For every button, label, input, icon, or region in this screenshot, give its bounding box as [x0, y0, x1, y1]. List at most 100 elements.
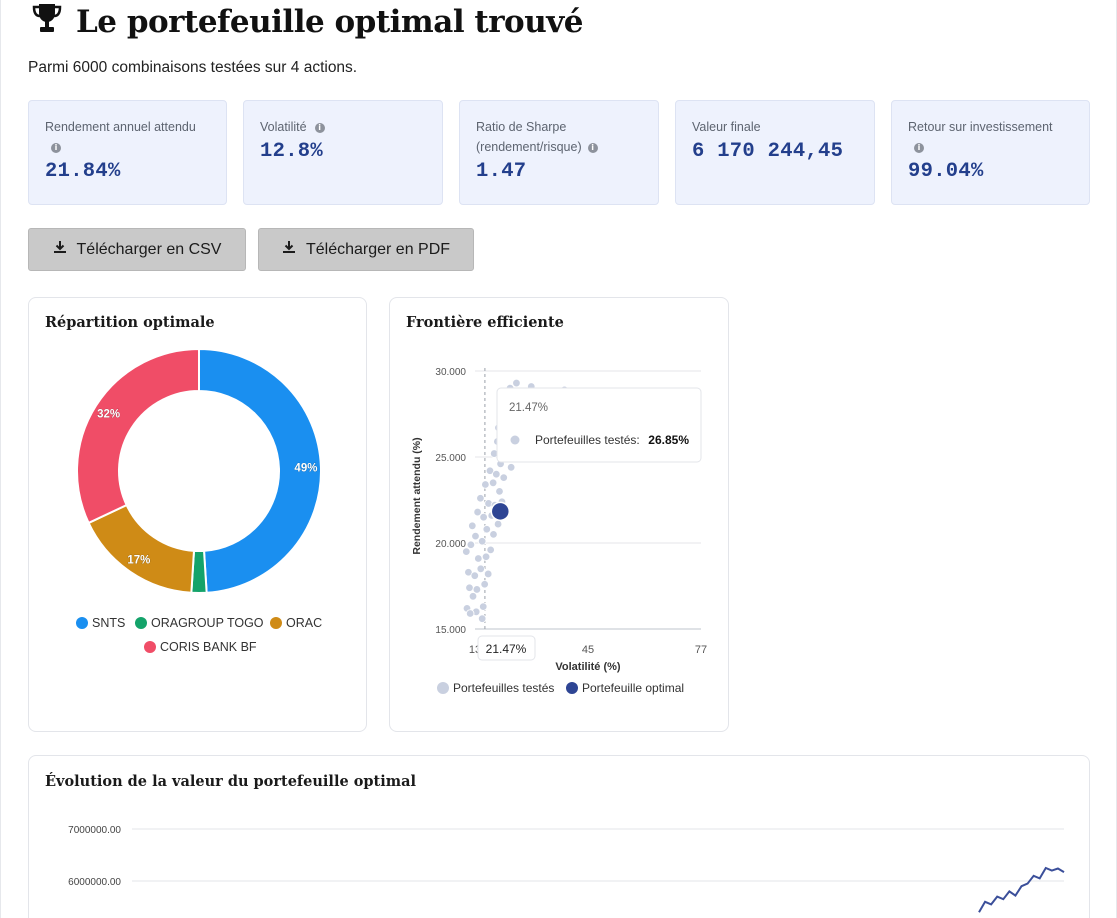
- frontier-y-axis-label: Rendement attendu (%): [411, 437, 423, 554]
- scatter-point-tested[interactable]: [479, 512, 488, 522]
- allocation-card: Répartition optimale 49% 17% 32% SNTS ORAG…: [28, 297, 367, 732]
- frontier-crosshair-label: 21.47%: [477, 635, 536, 661]
- legend-item-oragroup-togo[interactable]: ORAGROUP TOGO: [135, 616, 264, 630]
- legend-swatch: [76, 617, 88, 629]
- scatter-point-optimal[interactable]: [490, 501, 511, 522]
- scatter-point-tested[interactable]: [465, 583, 474, 592]
- info-icon[interactable]: i: [314, 122, 325, 133]
- metric-label: Rendement annuel attendu: [45, 120, 196, 134]
- metric-card-sharpe: Ratio de Sharpe (rendement/risque) i 1.47: [459, 100, 659, 205]
- scatter-point-tested[interactable]: [481, 480, 490, 489]
- evolution-y-tick: 7000000.00: [68, 825, 121, 836]
- svg-text:21.47%: 21.47%: [486, 642, 527, 656]
- scatter-point-tested[interactable]: [468, 592, 478, 601]
- legend-label: ORAGROUP TOGO: [151, 616, 264, 630]
- scatter-point-tested[interactable]: [479, 602, 488, 611]
- evolution-y-tick: 6000000.00: [68, 877, 121, 888]
- info-icon[interactable]: i: [51, 142, 61, 153]
- scatter-point-tested[interactable]: [486, 545, 495, 555]
- info-icon[interactable]: i: [587, 142, 598, 153]
- download-csv-label: Télécharger en CSV: [76, 240, 222, 258]
- metric-label: Retour sur investissement: [908, 120, 1053, 134]
- frontier-scatter-chart: 15.00020.00025.00030.00013 45 77Volatilité…: [411, 367, 707, 695]
- frontier-y-tick: 25.000: [435, 453, 466, 464]
- metric-label: Ratio de Sharpe (rendement/risque): [476, 120, 582, 154]
- download-pdf-label: Télécharger en PDF: [305, 240, 451, 258]
- legend-label: CORIS BANK BF: [160, 640, 257, 654]
- scatter-point-tested[interactable]: [465, 609, 475, 618]
- legend-swatch: [144, 641, 156, 653]
- scatter-point-tested[interactable]: [470, 571, 479, 580]
- frontier-y-tick: 20.000: [435, 539, 466, 550]
- legend-item-orac[interactable]: ORAC: [270, 616, 322, 630]
- legend-swatch: [437, 682, 449, 694]
- frontier-x-axis-label: Volatilité (%): [555, 661, 621, 673]
- legend-label-tested[interactable]: Portefeuilles testés: [453, 681, 554, 695]
- frontier-x-tick: 77: [695, 644, 707, 656]
- scatter-point-tested[interactable]: [482, 525, 491, 534]
- scatter-point-tested[interactable]: [493, 519, 503, 529]
- tooltip-value: 26.85%: [648, 433, 689, 447]
- tooltip-swatch: [510, 435, 520, 445]
- legend-item-snts[interactable]: SNTS: [76, 616, 125, 630]
- scatter-point-tested[interactable]: [483, 569, 493, 579]
- legend-item-coris-bank-bf[interactable]: CORIS BANK BF: [144, 640, 257, 654]
- scatter-point-tested[interactable]: [472, 585, 482, 594]
- scatter-point-tested[interactable]: [480, 580, 489, 589]
- page-title: Le portefeuille optimal trouvé: [30, 1, 584, 43]
- metric-value: 1.47: [476, 160, 527, 183]
- frontier-y-tick: 30.000: [435, 367, 466, 378]
- scatter-point-tested[interactable]: [477, 614, 487, 623]
- metric-card-expected-return: Rendement annuel attendu i 21.84%: [28, 100, 227, 205]
- legend-label: SNTS: [92, 616, 126, 630]
- legend-swatch: [566, 682, 578, 694]
- scatter-point-tested[interactable]: [488, 478, 498, 487]
- metric-label: Valeur finale: [692, 120, 761, 134]
- metric-value: 99.04%: [908, 160, 984, 183]
- metric-card-volatility: Volatilité i 12.8%: [243, 100, 443, 205]
- donut-slice-coris-bank-bf[interactable]: [76, 347, 200, 525]
- legend-swatch: [135, 617, 147, 629]
- download-icon: [282, 240, 296, 259]
- scatter-point-tested[interactable]: [476, 564, 485, 573]
- scatter-point-tested[interactable]: [506, 463, 516, 472]
- metric-card-roi: Retour sur investissement i 99.04%: [891, 100, 1090, 205]
- scatter-point-tested[interactable]: [471, 531, 480, 541]
- frontier-card: Frontière efficiente 15.000 20.000 25.000 3…: [389, 297, 729, 732]
- donut-data-label: 32%: [97, 409, 120, 421]
- metric-label: Volatilité: [260, 120, 307, 134]
- frontier-tooltip: 21.47% Portefeuilles testés: 26.85%: [496, 387, 702, 463]
- download-pdf-button[interactable]: Télécharger en PDF: [258, 228, 474, 271]
- frontier-y-tick: 15.000: [435, 625, 466, 636]
- legend-label-optimal[interactable]: Portefeuille optimal: [582, 681, 684, 695]
- scatter-point-tested[interactable]: [512, 378, 521, 388]
- donut-slice-orac[interactable]: [87, 503, 196, 594]
- frontier-legend: Portefeuilles testés Portefeuille optimal: [437, 681, 684, 695]
- legend-label: ORAC: [286, 616, 323, 630]
- scatter-point-tested[interactable]: [481, 552, 491, 561]
- scatter-point-tested[interactable]: [489, 530, 498, 539]
- scatter-point-tested[interactable]: [462, 547, 471, 556]
- metric-value: 12.8%: [260, 140, 324, 163]
- download-csv-button[interactable]: Télécharger en CSV: [28, 228, 246, 271]
- page-subtitle: Parmi 6000 combinaisons testées sur 4 ac…: [28, 59, 358, 76]
- info-icon[interactable]: i: [914, 142, 924, 153]
- legend-swatch: [270, 617, 282, 629]
- scatter-point-tested[interactable]: [468, 521, 477, 530]
- scatter-point-tested[interactable]: [477, 537, 487, 546]
- donut-data-label: 17%: [127, 554, 150, 566]
- donut-data-label: 49%: [294, 463, 317, 475]
- scatter-point-tested[interactable]: [476, 494, 485, 503]
- scatter-point-tested[interactable]: [492, 469, 501, 479]
- scatter-point-tested[interactable]: [499, 473, 508, 482]
- scatter-point-tested[interactable]: [495, 487, 504, 496]
- page-title-text: Le portefeuille optimal trouvé: [76, 4, 584, 40]
- evolution-series-line[interactable]: [978, 866, 1065, 913]
- metric-card-final-value: Valeur finale 6 170 244,45: [675, 100, 875, 205]
- frontier-x-tick: 45: [582, 644, 594, 656]
- trophy-icon: [30, 1, 64, 43]
- scatter-point-tested[interactable]: [474, 554, 483, 563]
- scatter-point-tested[interactable]: [466, 540, 476, 549]
- tooltip-header: 21.47%: [509, 402, 548, 414]
- evolution-card: Évolution de la valeur du portefeuille o…: [28, 755, 1090, 918]
